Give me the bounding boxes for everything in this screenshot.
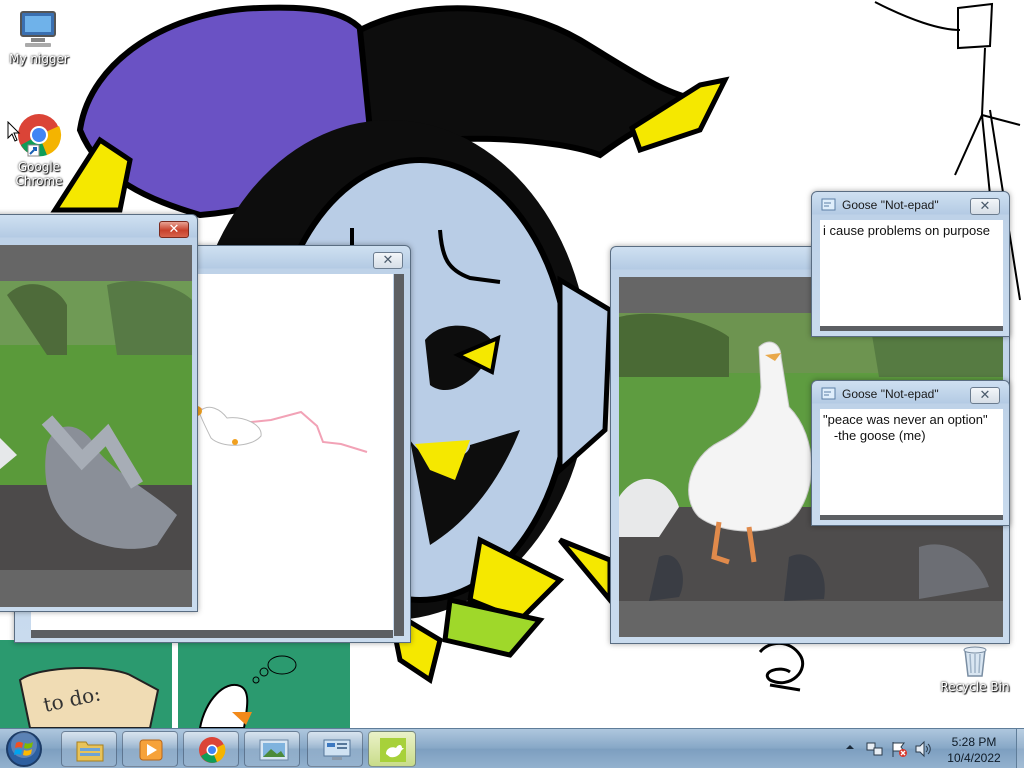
photo-viewer-icon <box>259 739 289 761</box>
network-icon[interactable] <box>866 740 884 758</box>
taskbar-media-player-button[interactable] <box>122 731 178 767</box>
taskbar-remote-desktop-button[interactable] <box>307 731 363 767</box>
taskbar: 5:28 PM 10/4/2022 <box>0 728 1024 768</box>
video-frame[interactable] <box>0 245 192 607</box>
mouse-cursor-icon <box>7 121 21 142</box>
close-button[interactable]: ✕ <box>970 198 1000 215</box>
show-hidden-icons-icon[interactable] <box>845 742 855 752</box>
windows-orb-icon <box>6 731 42 767</box>
flag-icon[interactable] <box>890 740 908 758</box>
window-titlebar[interactable]: Goose "Not-epad" ✕ <box>812 192 1009 216</box>
close-button[interactable]: ✕ <box>970 387 1000 404</box>
window-titlebar[interactable]: Goose "Not-epad" ✕ <box>812 381 1009 405</box>
window-titlebar[interactable]: ✕ <box>0 215 197 239</box>
close-button[interactable]: ✕ <box>373 252 403 269</box>
notepad-icon <box>821 387 836 400</box>
desktop-icon-recycle-bin[interactable]: Recycle Bin <box>938 644 1012 694</box>
notepad-window-1[interactable]: Goose "Not-epad" ✕ i cause problems on p… <box>811 191 1010 337</box>
bottom-bar <box>820 515 1003 520</box>
taskbar-photo-viewer-button[interactable] <box>244 731 300 767</box>
start-button[interactable] <box>4 730 50 768</box>
show-desktop-button[interactable] <box>1016 729 1024 768</box>
window-title: Goose "Not-epad" <box>842 198 939 212</box>
desktop-icon-computer[interactable]: My nigger <box>2 10 76 66</box>
bottom-bar <box>31 630 393 638</box>
remote-desktop-icon <box>323 739 351 760</box>
explorer-icon <box>76 741 104 762</box>
notepad-text-area[interactable]: "peace was never an option" -the goose (… <box>820 409 1003 520</box>
chrome-icon <box>199 737 226 763</box>
notepad-text-area[interactable]: i cause problems on purpose <box>820 220 1003 331</box>
clock-time: 5:28 PM <box>951 735 997 749</box>
volume-icon[interactable] <box>914 740 932 758</box>
taskbar-explorer-button[interactable] <box>61 731 117 767</box>
desktop-icon-label: Recycle Bin <box>940 680 1010 694</box>
computer-icon <box>20 11 56 47</box>
recycle-bin-icon <box>963 646 987 677</box>
taskbar-goose-button[interactable] <box>368 731 416 767</box>
goose-icon <box>380 738 406 762</box>
media-player-icon <box>139 739 163 761</box>
desktop-icon-label: My nigger <box>9 52 69 66</box>
close-button[interactable]: ✕ <box>159 221 189 238</box>
notepad-window-2[interactable]: Goose "Not-epad" ✕ "peace was never an o… <box>811 380 1010 526</box>
notepad-text: "peace was never an option" -the goose (… <box>823 412 988 443</box>
scrollbar[interactable] <box>394 274 404 636</box>
taskbar-clock[interactable]: 5:28 PM 10/4/2022 <box>932 734 1016 766</box>
notepad-icon <box>821 198 836 211</box>
bottom-bar <box>820 326 1003 331</box>
chrome-icon <box>18 114 62 157</box>
window-title: Goose "Not-epad" <box>842 387 939 401</box>
taskbar-chrome-button[interactable] <box>183 731 239 767</box>
desktop-icon-label: Google Chrome <box>15 160 63 188</box>
notepad-text: i cause problems on purpose <box>823 223 990 238</box>
clock-date: 10/4/2022 <box>947 751 1001 765</box>
video-image <box>0 280 192 607</box>
video-window-left[interactable]: ✕ <box>0 214 198 612</box>
